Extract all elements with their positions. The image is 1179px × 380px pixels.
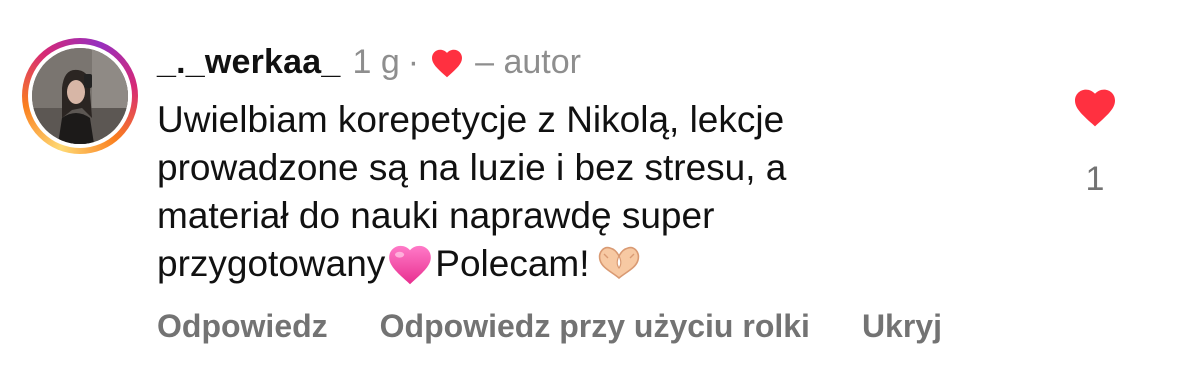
heart-filled-icon[interactable] [1071, 84, 1119, 128]
comment: _._werkaa_ 1 g · – autor Uwielbiam korep… [0, 0, 1179, 380]
avatar-gap [28, 44, 132, 148]
avatar[interactable] [32, 48, 128, 144]
heart-icon [429, 45, 465, 79]
hide-button[interactable]: Ukryj [862, 308, 942, 345]
comment-line: Uwielbiam korepetycje z Nikolą, lekcje [157, 99, 785, 140]
avatar-photo [32, 48, 128, 144]
comment-header: _._werkaa_ 1 g · – autor [157, 40, 581, 84]
comment-line: prowadzone są na luzie i bez stresu, a [157, 147, 787, 188]
comment-text: Uwielbiam korepetycje z Nikolą, lekcje p… [157, 96, 957, 288]
reply-with-reel-button[interactable]: Odpowiedz przy użyciu rolki [380, 308, 810, 345]
comment-line-last: przygotowany Polecam! [157, 240, 957, 288]
avatar-story-ring[interactable] [22, 38, 138, 154]
author-label: – autor [475, 42, 581, 81]
comment-line: materiał do nauki naprawdę super [157, 195, 715, 236]
username[interactable]: _._werkaa_ [157, 43, 341, 82]
comment-text-fragment: przygotowany [157, 243, 386, 284]
comment-actions: Odpowiedz Odpowiedz przy użyciu rolki Uk… [157, 308, 942, 345]
like-count[interactable]: 1 [1074, 160, 1116, 199]
pink-heart-icon [385, 240, 435, 286]
separator-dot: · [407, 42, 420, 81]
heart-hands-icon [594, 242, 644, 282]
timestamp: 1 g [352, 42, 400, 81]
reply-button[interactable]: Odpowiedz [157, 308, 328, 345]
comment-text-fragment: Polecam! [435, 243, 590, 284]
